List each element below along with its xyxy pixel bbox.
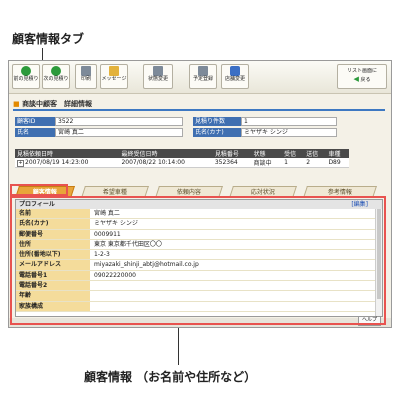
history-header: 最終受信日時 <box>119 149 213 158</box>
message-button[interactable]: メッセージ <box>100 64 128 89</box>
history-header: 送信 <box>304 149 327 158</box>
back-arrow-icon: ◀ <box>353 74 359 83</box>
history-cell-text: 2007/08/19 14:23:00 <box>25 158 89 166</box>
kana-label: 氏名(カナ) <box>193 128 241 137</box>
status-change-button[interactable]: 状態変更 <box>143 64 173 89</box>
history-cell: D89 <box>326 158 349 168</box>
schedule-button[interactable]: 予定登録 <box>189 64 217 89</box>
kana-value: ミヤザキ シンジ <box>241 128 337 137</box>
panel-annotation-caption: 顧客情報 （お名前や住所など） <box>84 370 257 384</box>
store-change-button[interactable]: 店舗変更 <box>221 64 249 89</box>
message-label: メッセージ <box>101 76 127 82</box>
store-change-label: 店舗変更 <box>224 76 245 82</box>
history-cell: 2 <box>304 158 327 168</box>
printer-icon <box>81 66 91 76</box>
expand-icon[interactable]: + <box>17 159 24 167</box>
status-change-label: 状態変更 <box>147 76 168 82</box>
history-cell: 2007/08/22 10:14:00 <box>119 158 213 168</box>
name-label: 氏名 <box>15 128 55 137</box>
name-value: 宮崎 真二 <box>55 128 183 137</box>
back-to-list-button[interactable]: リスト画面に ◀ 戻る <box>337 64 387 89</box>
title-divider <box>13 109 385 111</box>
customer-id-value: 3522 <box>55 117 183 126</box>
estimate-history-table: 見積依頼日時 最終受信日時 見積番号 状態 受信 送信 車種 +2007/08/… <box>15 149 349 168</box>
prev-estimate-button[interactable]: 前の見積り <box>12 64 40 89</box>
tab-highlight-box <box>10 184 68 196</box>
history-header-row: 見積依頼日時 最終受信日時 見積番号 状態 受信 送信 車種 <box>15 149 349 158</box>
history-header: 状態 <box>251 149 283 158</box>
history-header: 見積番号 <box>212 149 252 158</box>
print-label: 印刷 <box>80 76 91 82</box>
panel-annotation-line <box>178 325 179 365</box>
history-cell: 商談中 <box>251 158 283 168</box>
estimate-count-value: 1 <box>241 117 337 126</box>
store-icon <box>230 66 240 76</box>
customer-id-label: 顧客ID <box>15 117 55 126</box>
next-estimate-button[interactable]: 次の見積り <box>42 64 70 89</box>
history-cell: 352364 <box>212 158 252 168</box>
back-to-list-label-2: 戻る <box>360 76 371 83</box>
calendar-icon <box>198 66 208 76</box>
profile-highlight-box <box>10 196 386 325</box>
print-button[interactable]: 印刷 <box>75 64 97 89</box>
back-to-list-label-1: リスト画面に <box>346 68 377 74</box>
table-row[interactable]: +2007/08/19 14:23:00 2007/08/22 10:14:00… <box>15 158 349 168</box>
history-header: 見積依頼日時 <box>15 149 120 158</box>
history-header: 車種 <box>326 149 349 158</box>
history-header: 受信 <box>282 149 305 158</box>
prev-estimate-label: 前の見積り <box>13 76 39 82</box>
status-icon <box>153 66 163 76</box>
title-bullet-icon: ■ <box>13 100 20 108</box>
detail-title-text: 商談中顧客 詳細情報 <box>22 100 93 108</box>
schedule-label: 予定登録 <box>192 76 213 82</box>
arrow-right-icon <box>51 66 61 76</box>
history-cell: +2007/08/19 14:23:00 <box>15 158 120 168</box>
next-estimate-label: 次の見積り <box>43 76 69 82</box>
estimate-count-label: 見積り件数 <box>193 117 241 126</box>
history-cell: 1 <box>282 158 305 168</box>
arrow-left-icon <box>21 66 31 76</box>
detail-title: ■ 商談中顧客 詳細情報 <box>13 99 92 109</box>
message-icon <box>109 66 119 76</box>
toolbar: 前の見積り 次の見積り 印刷 メッセージ 状態変更 予定登録 店舗変更 リスト画… <box>9 61 391 94</box>
tab-annotation-caption: 顧客情報タブ <box>12 32 85 46</box>
